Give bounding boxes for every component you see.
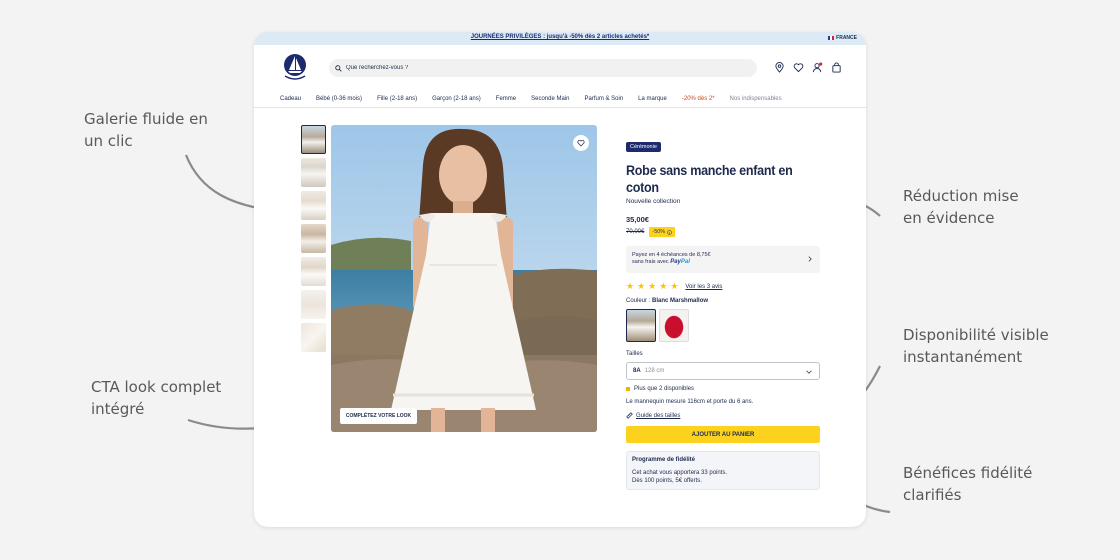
color-swatch-white[interactable] [626,309,656,342]
size-select[interactable]: 8A 128 cm [626,362,820,380]
annotation-cta: CTA look complet intégré [91,378,222,418]
color-swatches [626,309,820,342]
star-icon: ★ [648,281,657,291]
loyalty-box: Programme de fidélité Cet achat vous app… [626,451,820,490]
country-selector[interactable]: FRANCE [828,35,857,41]
complete-look-button[interactable]: COMPLÉTEZ VOTRE LOOK [340,408,417,424]
annotation-discount: Réduction mise en évidence [903,187,1019,227]
promo-banner[interactable]: JOURNÉES PRIVILÈGES : jusqu'à -50% dès 2… [254,32,866,45]
size-selected: 8A [633,368,641,374]
main-navigation: Cadeau Bébé (0-36 mois) Fille (2-18 ans)… [254,90,866,108]
discount-badge: -50% [649,227,676,237]
nav-item-cadeau[interactable]: Cadeau [280,96,301,102]
size-cm: 128 cm [644,368,665,374]
size-guide-label: Guide des tailles [636,412,681,419]
gallery-thumbnail[interactable] [301,224,326,253]
gallery-thumbnail[interactable] [301,257,326,286]
petit-bateau-logo-icon[interactable] [280,52,310,82]
color-value: Blanc Marshmallow [652,298,709,304]
product-photo [331,125,597,432]
search-icon [335,64,342,72]
model-info: Le mannequin mesure 116cm et porte du 6 … [626,399,754,405]
gallery-thumbnail[interactable] [301,125,326,154]
color-swatch-red[interactable] [659,309,689,342]
info-icon [667,229,672,235]
star-icon: ★ [626,281,635,291]
star-icon: ★ [659,281,668,291]
paypal-logo: PayPal [670,259,690,265]
category-tag: Cérémonie [626,142,661,152]
wishlist-button[interactable] [573,135,589,151]
nav-item-indispensables[interactable]: Nos indispensables [730,96,782,102]
loyalty-line1: Cet achat vous apportera 33 points. [632,470,728,476]
bag-icon[interactable] [831,62,842,73]
product-title: Robe sans manche enfant en coton [626,163,793,195]
stock-status: Plus que 2 disponibles [626,386,820,392]
product-subtitle: Nouvelle collection [626,198,681,205]
nav-item-fille[interactable]: Fille (2-18 ans) [377,96,417,102]
search-input[interactable] [346,65,726,71]
main-product-image[interactable]: COMPLÉTEZ VOTRE LOOK [331,125,597,432]
user-icon[interactable] [812,62,823,73]
annotation-gallery: Galerie fluide en un clic [84,110,208,150]
product-details: Cérémonie Robe sans manche enfant en cot… [626,135,820,490]
add-to-cart-button[interactable]: AJOUTER AU PANIER [626,426,820,443]
size-guide-link[interactable]: Guide des tailles [626,412,820,419]
paypal-installments[interactable]: Payez en 4 échéances de 8,75€ sans frais… [626,246,820,273]
gallery-thumbnail[interactable] [301,158,326,187]
stock-indicator-icon [626,387,630,391]
gallery-thumbnail[interactable] [301,323,326,352]
gallery-thumbnail[interactable] [301,191,326,220]
ruler-icon [626,412,633,419]
nav-item-promo[interactable]: -20% dès 2* [682,96,715,102]
original-price: 70,00€ [626,229,645,235]
nav-item-garcon[interactable]: Garçon (2-18 ans) [432,96,481,102]
discount-value: -50% [652,229,666,235]
gallery-thumbnail[interactable] [301,290,326,319]
france-flag-icon [828,36,835,40]
promo-text[interactable]: JOURNÉES PRIVILÈGES : jusqu'à -50% dès 2… [254,34,866,40]
nav-item-bebe[interactable]: Bébé (0-36 mois) [316,96,362,102]
star-icon: ★ [670,281,679,291]
chevron-down-icon [806,370,812,374]
site-header [254,45,866,90]
gallery-thumbnails [301,125,326,352]
annotation-availability: Disponibilité visible instantanément [903,326,1049,366]
loyalty-title: Programme de fidélité [632,457,696,463]
current-price: 35,00€ [626,215,649,224]
heart-icon[interactable] [793,62,804,73]
paypal-line2: sans frais avec [632,259,669,265]
search-bar[interactable] [329,59,757,77]
nav-item-seconde-main[interactable]: Seconde Main [531,96,569,102]
chevron-right-icon [808,256,812,262]
loyalty-line2: Dès 100 points, 5€ offerts. [632,478,702,484]
nav-item-parfum-soin[interactable]: Parfum & Soin [584,96,623,102]
reviews-link[interactable]: Voir les 3 avis [685,284,722,290]
annotation-loyalty: Bénéfices fidélité clarifiés [903,464,1033,504]
color-label: Couleur : Blanc Marshmallow [626,298,709,304]
nav-item-femme[interactable]: Femme [496,96,516,102]
rating-row: ★ ★ ★ ★ ★ Voir les 3 avis [626,282,820,291]
nav-item-la-marque[interactable]: La marque [638,96,667,102]
country-label: FRANCE [836,35,857,41]
heart-icon [577,139,585,147]
paypal-line1: Payez en 4 échéances de 8,75€ [632,252,711,258]
stock-text: Plus que 2 disponibles [634,386,695,392]
product-page-screenshot: JOURNÉES PRIVILÈGES : jusqu'à -50% dès 2… [254,32,866,527]
star-icon: ★ [637,281,646,291]
location-icon[interactable] [774,62,785,73]
sizes-label: Tailles [626,351,643,357]
